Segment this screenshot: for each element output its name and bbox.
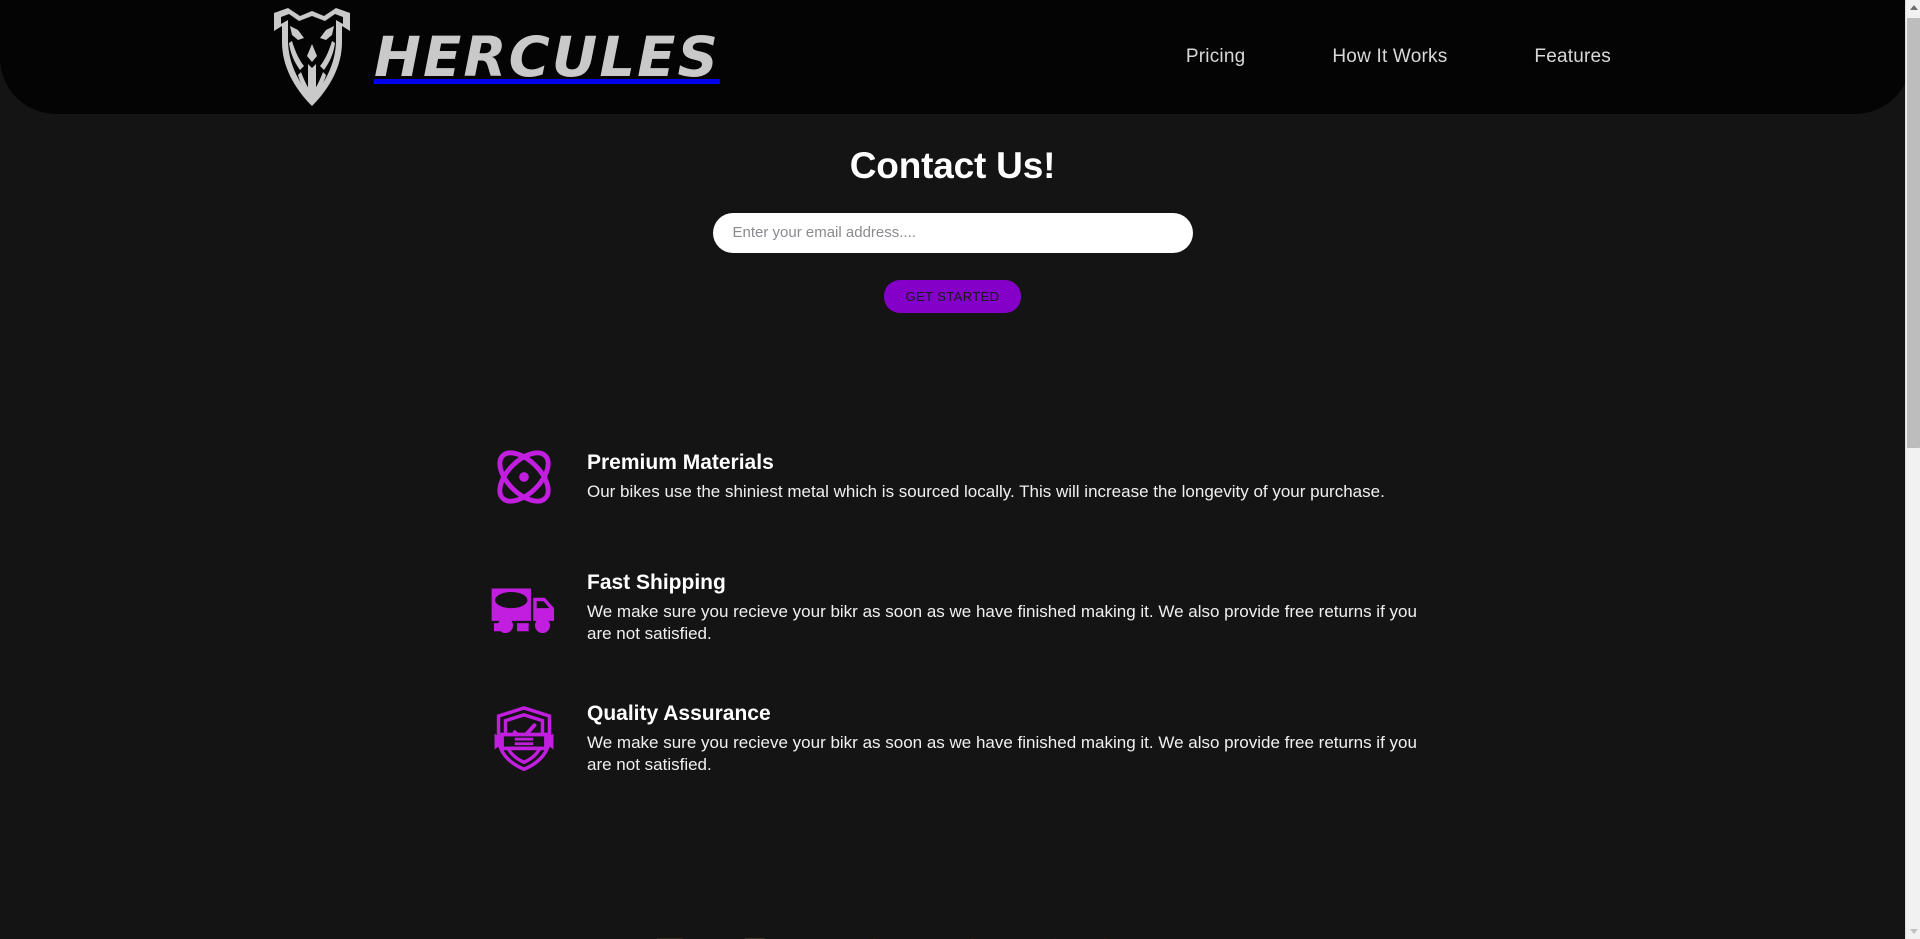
scrollbar-thumb[interactable] <box>1907 18 1920 448</box>
delivery-truck-icon <box>487 570 561 644</box>
footer-title: HERCULES BICYCLE <box>778 933 1162 939</box>
feature-item-quality-assurance: Quality Assurance We make sure you recie… <box>0 697 1905 776</box>
feature-title: Fast Shipping <box>587 571 726 594</box>
footer-preview-strip: HERCULES BICYCLE <box>0 919 1905 939</box>
features-section: Premium Materials Our bikes use the shin… <box>0 440 1905 775</box>
brand-wordmark: HERCULES <box>374 24 721 89</box>
feature-text-block: Quality Assurance We make sure you recie… <box>587 697 1417 776</box>
feature-item-premium-materials: Premium Materials Our bikes use the shin… <box>0 440 1905 514</box>
nav-link-features[interactable]: Features <box>1534 46 1611 68</box>
feature-item-fast-shipping: Fast Shipping We make sure you recieve y… <box>0 566 1905 645</box>
brand-logo-link[interactable]: HERCULES <box>268 4 718 110</box>
feature-description: We make sure you recieve your bikr as so… <box>587 732 1417 774</box>
feature-description: We make sure you recieve your bikr as so… <box>587 602 1417 643</box>
feature-title: Quality Assurance <box>587 701 771 725</box>
email-input[interactable] <box>712 212 1193 253</box>
contact-title: Contact Us! <box>849 145 1056 186</box>
scroll-down-arrow-icon[interactable] <box>1906 924 1920 939</box>
page-scrollbar[interactable] <box>1905 0 1920 939</box>
page-root: HERCULES Pricing How It Works Features C… <box>0 0 1920 939</box>
nav-link-how-it-works[interactable]: How It Works <box>1332 46 1447 68</box>
main-navigation: Pricing How It Works Features <box>1186 46 1611 68</box>
hercules-beast-head-logo-icon <box>274 8 350 106</box>
site-header: HERCULES Pricing How It Works Features <box>0 0 1911 114</box>
get-started-button[interactable]: GET STARTED <box>883 279 1022 313</box>
feature-text-block: Premium Materials Our bikes use the shin… <box>587 440 1385 503</box>
feature-description: Our bikes use the shiniest metal which i… <box>587 482 1385 502</box>
scroll-up-arrow-icon[interactable] <box>1906 0 1920 15</box>
feature-title: Premium Materials <box>587 451 774 474</box>
nav-link-pricing[interactable]: Pricing <box>1186 46 1245 68</box>
shield-check-badge-icon <box>487 701 561 775</box>
feature-text-block: Fast Shipping We make sure you recieve y… <box>587 566 1417 645</box>
atom-icon <box>487 440 561 514</box>
contact-section: Contact Us! GET STARTED <box>0 145 1905 313</box>
